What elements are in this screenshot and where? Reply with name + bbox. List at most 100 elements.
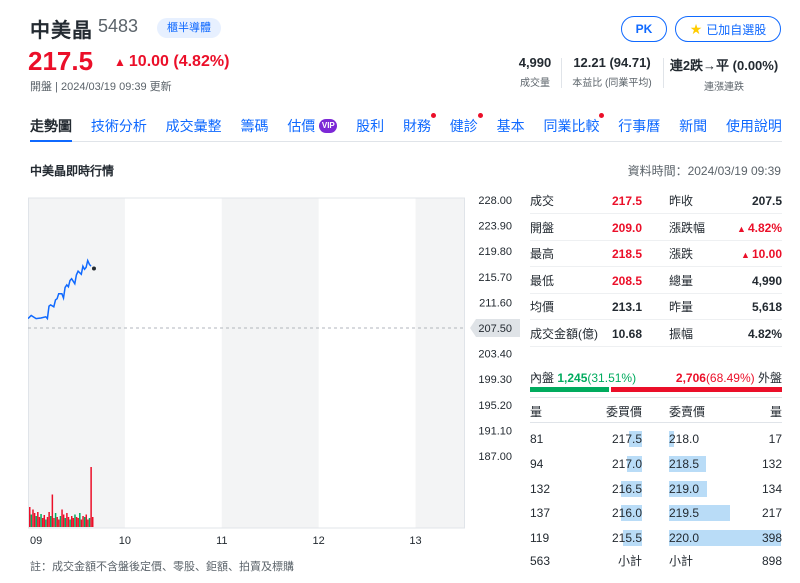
notification-dot <box>477 113 483 118</box>
volume-bar <box>46 517 49 527</box>
volume-bar <box>30 514 33 527</box>
volume-bar <box>41 518 44 527</box>
ask-price: 219.5 <box>669 506 700 521</box>
quote-value: 208.5 <box>611 273 642 288</box>
y-tick-label: 199.30 <box>478 374 512 386</box>
tab-11[interactable]: 新聞 <box>679 112 707 142</box>
x-tick-label: 09 <box>30 535 42 547</box>
tab-5[interactable]: 股利 <box>356 112 384 142</box>
y-tick-label: 191.10 <box>478 425 512 437</box>
industry-tag[interactable]: 櫃半導體 <box>157 18 221 38</box>
tab-label: 財務 <box>402 118 431 134</box>
tab-label: 估價 <box>287 118 316 134</box>
bid-volume: 94 <box>530 456 544 471</box>
inner-bar <box>530 387 609 392</box>
current-price: 217.5 <box>28 46 94 76</box>
quote-label: 昨收 <box>669 194 694 208</box>
bid-price: 217.0 <box>611 456 642 471</box>
up-triangle-icon: ▲ <box>737 223 746 234</box>
tab-9[interactable]: 同業比較 <box>543 112 605 142</box>
vip-badge: VIP <box>319 119 338 133</box>
quote-value: 4,990 <box>751 273 782 288</box>
data-time: 資料時間：2024/03/19 09:39 <box>627 164 781 178</box>
outer-volume: 2,706(68.49%) 外盤 <box>600 369 782 386</box>
volume-bar <box>69 519 71 527</box>
x-tick-label: 10 <box>119 535 131 547</box>
add-watchlist-button[interactable]: ★ 已加自選股 <box>675 16 781 42</box>
volume-bar <box>79 513 81 527</box>
hour-band <box>221 198 319 528</box>
bid-price: 216.5 <box>611 481 642 496</box>
x-tick-label: 11 <box>216 535 227 547</box>
volume-bar <box>91 517 94 527</box>
hour-band <box>415 198 464 528</box>
intraday-chart[interactable]: 228.00 223.90 219.80 215.70 211.60 207.50 203.… <box>28 190 522 550</box>
price-change-value: 10.00 (4.82%) <box>128 53 230 70</box>
quote-label: 漲跌 <box>669 247 694 262</box>
tab-label: 健診 <box>449 118 478 134</box>
bid-price: 217.5 <box>611 432 642 446</box>
volume-bar <box>51 494 54 527</box>
tab-2[interactable]: 成交彙整 <box>166 112 222 142</box>
hour-band <box>28 198 125 528</box>
tab-label: 基本 <box>496 118 525 134</box>
stat-label: 連漲連跌 <box>704 82 744 93</box>
tab-7[interactable]: 健診 <box>449 112 483 142</box>
quote-row: 均價 213.1 昨量 5,618 <box>530 294 782 321</box>
volume-bar <box>67 517 70 527</box>
volume-bar <box>83 517 86 527</box>
stat-volume: 4,990 成交量 <box>513 55 557 89</box>
y-tick-label: 223.90 <box>478 221 512 233</box>
tab-1[interactable]: 技術分析 <box>91 112 147 142</box>
volume-bar <box>72 518 75 527</box>
x-tick-label: 12 <box>313 535 325 547</box>
last-price-dot <box>91 266 96 271</box>
tab-0[interactable]: 走勢圖 <box>30 112 72 142</box>
quote-label: 開盤 <box>530 220 555 235</box>
orderbook-row: 137 216.0 219.5 217 <box>530 500 782 526</box>
tab-label: 技術分析 <box>90 118 147 134</box>
orderbook-row: 132 216.5 219.0 134 <box>530 476 782 502</box>
quote-label: 漲跌幅 <box>669 220 706 235</box>
stock-code: 5483 <box>98 16 139 36</box>
pk-button[interactable]: PK <box>621 16 667 42</box>
volume-bar <box>54 513 57 527</box>
tab-label: 同業比較 <box>543 118 600 134</box>
bid-volume: 137 <box>530 506 551 521</box>
quote-label: 成交金額(億) <box>530 327 598 341</box>
outer-pct: (68.49%) <box>705 371 755 385</box>
divider <box>561 58 562 88</box>
ask-volume: 132 <box>761 456 782 471</box>
tab-12[interactable]: 使用說明 <box>726 112 782 142</box>
ask-price: 218.0 <box>669 432 700 446</box>
outer-label: 外盤 <box>757 371 782 385</box>
volume-bar <box>53 518 55 527</box>
volume-bar <box>35 516 37 527</box>
footnote: 註：成交金額不含盤後定價、零股、鉅額、拍賣及標購 <box>30 561 294 573</box>
ask-price: 219.0 <box>669 481 700 496</box>
quote-value: 10.00 <box>751 247 782 262</box>
volume-bar <box>58 519 60 527</box>
stat-value: 12.21 (94.71) <box>573 55 651 70</box>
quote-value: 217.5 <box>611 194 642 208</box>
quote-row: 成交金額(億) 10.68 振幅 4.82% <box>530 321 782 347</box>
tab-label: 行事曆 <box>618 118 661 134</box>
y-tick-label: 207.50 <box>478 323 512 335</box>
outer-bar <box>611 387 782 392</box>
tab-10[interactable]: 行事曆 <box>618 112 660 142</box>
tab-3[interactable]: 籌碼 <box>240 112 268 142</box>
y-tick-label: 195.20 <box>478 400 512 412</box>
notification-dot <box>599 113 605 118</box>
ask-volume: 217 <box>761 506 782 521</box>
quote-label: 最低 <box>530 273 555 288</box>
tab-label: 成交彙整 <box>165 118 222 134</box>
volume-bar <box>85 514 88 527</box>
volume-bar <box>62 514 65 527</box>
inner-value: 1,245 <box>557 371 588 385</box>
up-triangle-icon: ▲ <box>741 250 750 261</box>
volume-bar <box>40 514 42 527</box>
tab-4[interactable]: 估價 VIP <box>287 112 338 142</box>
price-change: ▲ 10.00 (4.82%) <box>114 53 229 71</box>
tab-6[interactable]: 財務 <box>402 112 436 142</box>
tab-8[interactable]: 基本 <box>497 112 525 142</box>
